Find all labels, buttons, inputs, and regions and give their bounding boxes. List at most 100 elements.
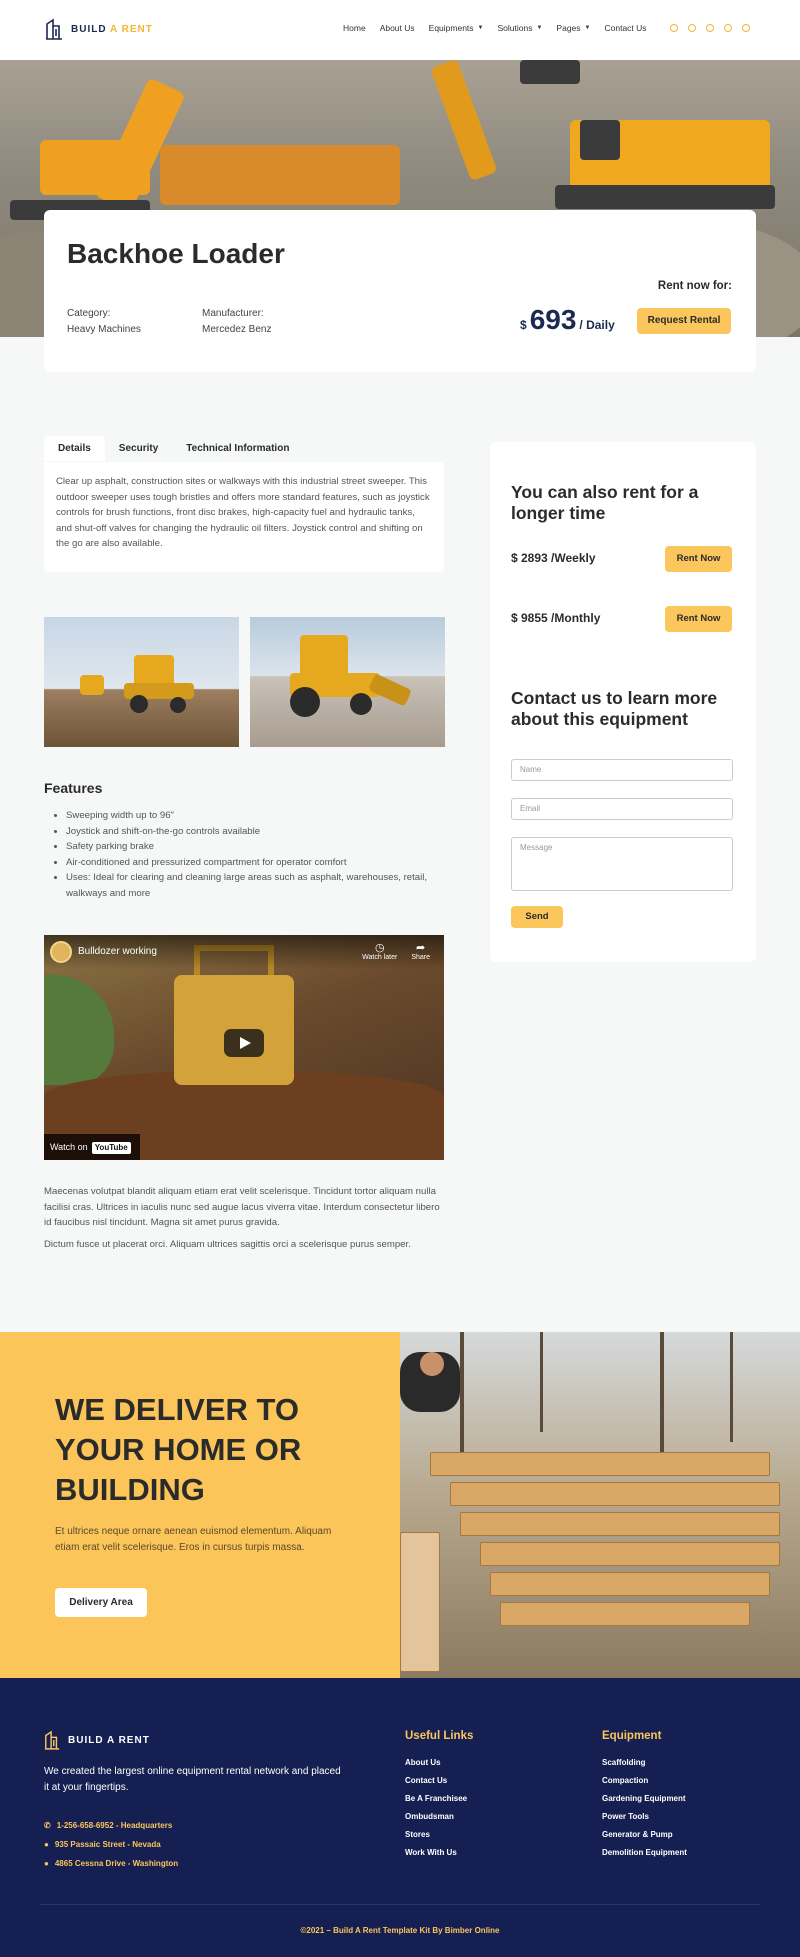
tab-details[interactable]: Details [44, 436, 105, 461]
nav-contact-label: Contact Us [604, 23, 647, 33]
list-item: Air-conditioned and pressurized compartm… [66, 855, 446, 871]
price-value: 693 [529, 304, 577, 335]
nav-home[interactable]: Home [343, 23, 366, 33]
building-logo-icon [44, 1730, 60, 1750]
caret-down-icon: ▼ [584, 25, 591, 31]
logo-text-primary: BUILD [71, 23, 107, 35]
nav-home-label: Home [343, 23, 366, 33]
instagram-icon[interactable] [670, 24, 678, 32]
footer-logo[interactable]: BUILD A RENT [44, 1730, 150, 1750]
daily-price: $ 693 / Daily [520, 304, 615, 336]
footer-link-contact[interactable]: Contact Us [405, 1776, 447, 1785]
footer-address-2: ● 4865 Cessna Drive - Washington [44, 1859, 178, 1868]
rent-monthly-button[interactable]: Rent Now [665, 606, 732, 632]
footer-link-scaffolding[interactable]: Scaffolding [602, 1758, 646, 1767]
delivery-text: Et ultrices neque ornare aenean euismod … [55, 1526, 332, 1553]
main-nav: Home About Us Equipments ▼ Solutions ▼ Pag… [343, 23, 647, 33]
caret-down-icon: ▼ [477, 25, 484, 31]
footer-address-1: ● 935 Passaic Street - Nevada [44, 1840, 161, 1849]
rental-sidebar: You can also rent for a longer time $ 28… [490, 442, 756, 962]
address-2-text: 4865 Cessna Drive - Washington [54, 1859, 179, 1868]
twitter-icon[interactable] [706, 24, 714, 32]
youtube-logo: YouTube [91, 1142, 131, 1154]
play-button[interactable] [224, 1029, 264, 1057]
tab-security[interactable]: Security [105, 436, 172, 461]
request-rental-button[interactable]: Request Rental [637, 308, 731, 334]
body-paragraph-2: Dictum fusce ut placerat orci. Aliquam u… [44, 1239, 411, 1250]
footer-link-compaction[interactable]: Compaction [602, 1776, 648, 1785]
nav-equipments[interactable]: Equipments ▼ [429, 23, 484, 33]
nav-about[interactable]: About Us [380, 23, 415, 33]
send-button[interactable]: Send [511, 906, 563, 928]
watch-later-button[interactable]: ◷ Watch later [362, 941, 397, 961]
footer-link-gardening[interactable]: Gardening Equipment [602, 1794, 686, 1803]
watch-later-label: Watch later [362, 954, 398, 961]
equipment-title: Equipment [602, 1730, 662, 1742]
delivery-section: WE DELIVER TO YOUR HOME OR BUILDING Et u… [0, 1332, 800, 1678]
details-panel: Clear up asphalt, construction sites or … [44, 462, 444, 572]
nav-equipments-label: Equipments [428, 23, 474, 33]
list-item: Safety parking brake [66, 839, 446, 855]
list-item: Uses: Ideal for clearing and cleaning la… [66, 870, 446, 901]
share-icon: ➦ [416, 942, 426, 954]
nav-pages[interactable]: Pages ▼ [556, 23, 590, 33]
list-item: Sweeping width up to 96" [66, 808, 446, 824]
equipment-photo-2 [250, 617, 445, 747]
share-label: Share [411, 954, 430, 961]
footer-phone[interactable]: ✆ 1-256-658-6952 - Headquarters [44, 1821, 172, 1830]
nav-pages-label: Pages [556, 23, 581, 33]
price-period: / Daily [579, 318, 615, 332]
location-pin-icon: ● [44, 1859, 49, 1868]
delivery-title: WE DELIVER TO YOUR HOME OR BUILDING [55, 1392, 302, 1507]
weekly-rate: $ 2893 /Weekly [511, 551, 596, 565]
delivery-area-button[interactable]: Delivery Area [55, 1588, 147, 1617]
useful-links-title: Useful Links [405, 1730, 474, 1742]
footer-link-power-tools[interactable]: Power Tools [602, 1812, 649, 1821]
watch-on-youtube-button[interactable]: Watch on YouTube [44, 1134, 140, 1160]
footer-link-generator[interactable]: Generator & Pump [602, 1830, 673, 1839]
video-embed[interactable]: Bulldozer working ◷ Watch later ➦ Share Wa… [44, 935, 444, 1160]
email-field[interactable]: Email [511, 798, 733, 820]
phone-icon: ✆ [44, 1821, 51, 1830]
product-tabs: Details Security Technical Information [44, 436, 303, 461]
pinterest-icon[interactable] [742, 24, 750, 32]
footer-divider [40, 1904, 760, 1905]
footer-link-work[interactable]: Work With Us [405, 1848, 457, 1857]
price-currency: $ [520, 318, 527, 332]
list-item: Joystick and shift-on-the-go controls av… [66, 824, 446, 840]
product-title: Backhoe Loader [67, 238, 285, 269]
site-header: BUILD A RENT Home About Us Equipments ▼ S… [0, 0, 800, 60]
manufacturer-value: Mercedez Benz [202, 324, 272, 335]
category-value: Heavy Machines [67, 324, 141, 335]
youtube-icon[interactable] [724, 24, 732, 32]
facebook-icon[interactable] [688, 24, 696, 32]
share-button[interactable]: ➦ Share [411, 941, 430, 961]
building-logo-icon [46, 18, 62, 40]
footer-link-ombudsman[interactable]: Ombudsman [405, 1812, 454, 1821]
footer-link-stores[interactable]: Stores [405, 1830, 430, 1839]
nav-contact[interactable]: Contact Us [604, 23, 646, 33]
footer-link-about[interactable]: About Us [405, 1758, 441, 1767]
name-field[interactable]: Name [511, 759, 733, 781]
site-logo[interactable]: BUILD A RENT [45, 18, 153, 40]
footer-link-franchisee[interactable]: Be A Franchisee [405, 1794, 467, 1803]
message-field[interactable]: Message [511, 837, 733, 891]
nav-solutions-label: Solutions [497, 23, 533, 33]
video-title[interactable]: Bulldozer working [78, 946, 157, 957]
clock-icon: ◷ [374, 942, 385, 954]
tab-technical-information[interactable]: Technical Information [172, 436, 303, 461]
monthly-rate: $ 9855 /Monthly [511, 611, 600, 625]
weekly-price: $ 2893 [511, 551, 548, 565]
channel-avatar[interactable] [50, 941, 72, 963]
monthly-price: $ 9855 [511, 611, 548, 625]
site-footer: BUILD A RENT We created the largest onli… [0, 1678, 800, 1957]
nav-solutions[interactable]: Solutions ▼ [498, 23, 543, 33]
weekly-period: /Weekly [551, 551, 596, 565]
location-pin-icon: ● [44, 1840, 49, 1849]
rent-weekly-button[interactable]: Rent Now [665, 546, 732, 572]
features-list: Sweeping width up to 96" Joystick and sh… [66, 808, 446, 902]
address-1-text: 935 Passaic Street - Nevada [54, 1840, 161, 1849]
footer-link-demolition[interactable]: Demolition Equipment [602, 1848, 687, 1857]
features-title: Features [44, 780, 103, 796]
lumber-photo [400, 1332, 800, 1678]
